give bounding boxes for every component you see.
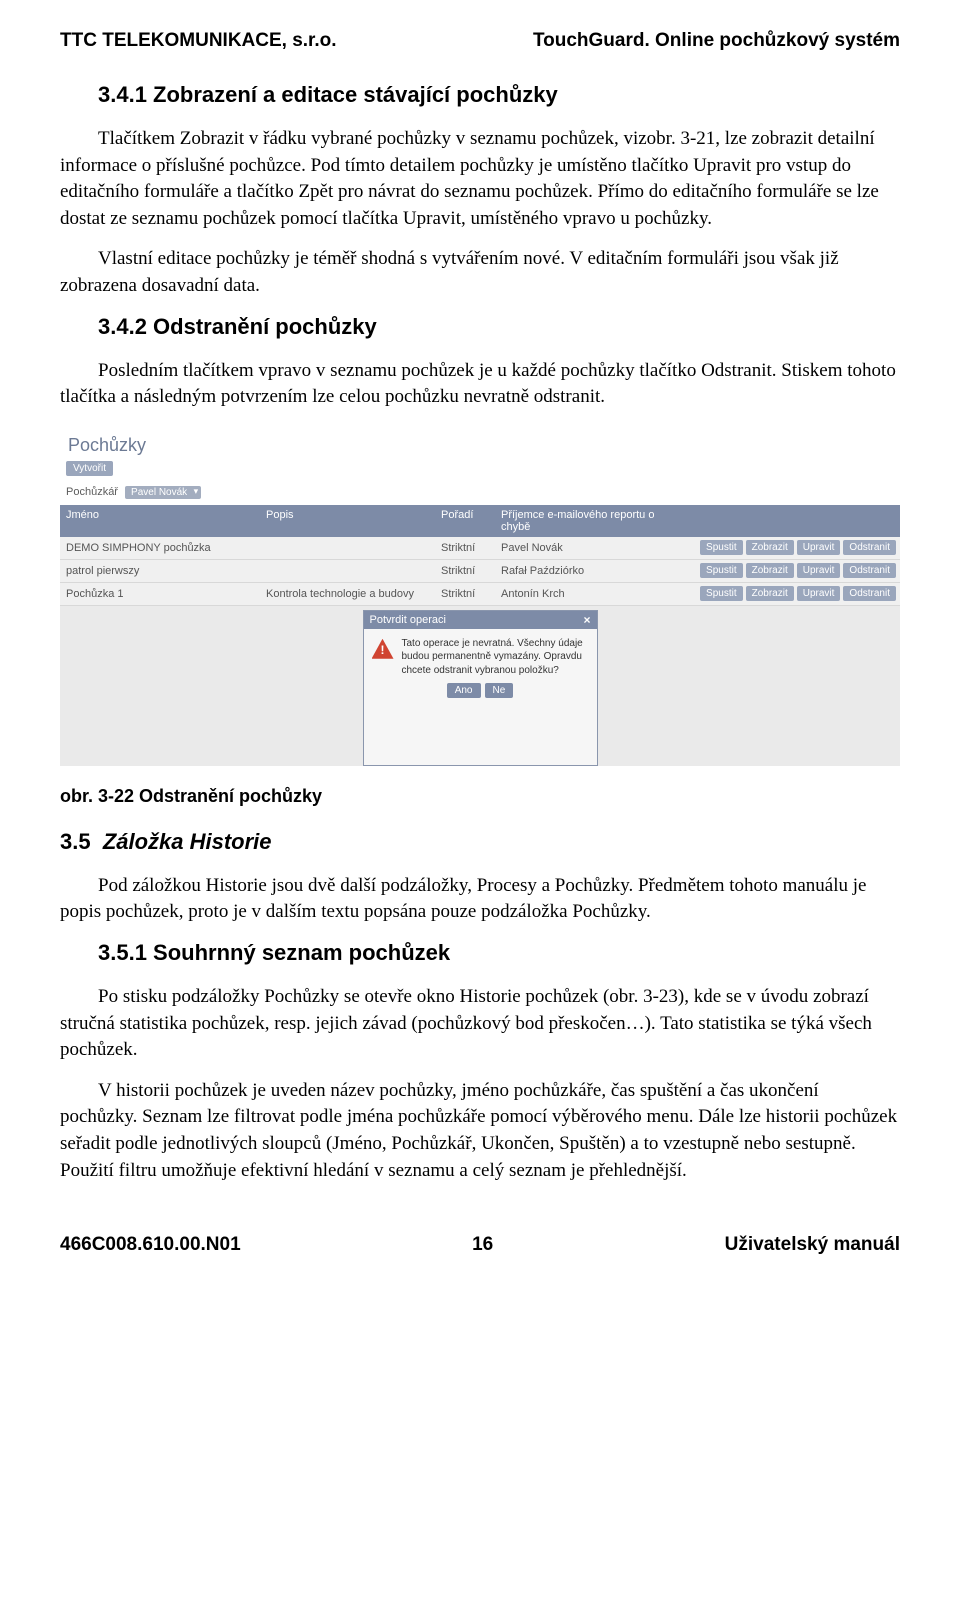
company-name: TTC TELEKOMUNIKACE, s.r.o.	[60, 30, 337, 52]
th-jmeno[interactable]: Jméno	[60, 505, 260, 537]
page-number: 16	[472, 1234, 493, 1256]
upravit-button[interactable]: Upravit	[797, 563, 841, 578]
heading-3-4-1: 3.4.1 Zobrazení a editace stávající poch…	[98, 82, 900, 108]
para-3-4-2-a: Posledním tlačítkem vpravo v seznamu poc…	[60, 358, 900, 411]
para-3-4-1-a: Tlačítkem Zobrazit v řádku vybrané pochů…	[60, 126, 900, 232]
create-button[interactable]: Vytvořit	[66, 461, 113, 476]
th-poradi[interactable]: Pořadí	[435, 505, 495, 537]
figure-caption: obr. 3-22 Odstranění pochůzky	[60, 786, 900, 807]
para-3-4-1-b: Vlastní editace pochůzky je téměř shodná…	[60, 246, 900, 299]
odstranit-button[interactable]: Odstranit	[843, 586, 896, 601]
doc-id: 466C008.610.00.N01	[60, 1234, 241, 1256]
screenshot-title: Pochůzky	[60, 429, 900, 460]
th-prijemce[interactable]: Příjemce e-mailového reportu o chybě	[495, 505, 675, 537]
cell-prijemce: Antonín Krch	[495, 583, 675, 605]
cell-poradi: Striktní	[435, 537, 495, 559]
odstranit-button[interactable]: Odstranit	[843, 540, 896, 555]
filter-row: Pochůzkář Pavel Novák	[60, 482, 900, 505]
cell-name: Pochůzka 1	[60, 583, 260, 605]
spustit-button[interactable]: Spustit	[700, 563, 743, 578]
cell-poradi: Striktní	[435, 583, 495, 605]
dialog-no-button[interactable]: Ne	[485, 683, 514, 698]
spustit-button[interactable]: Spustit	[700, 586, 743, 601]
warning-icon	[372, 639, 394, 659]
para-3-5-a: Pod záložkou Historie jsou dvě další pod…	[60, 873, 900, 926]
dialog-yes-button[interactable]: Ano	[447, 683, 481, 698]
heading-3-5: 3.5 Záložka Historie	[60, 829, 900, 855]
cell-prijemce: Pavel Novák	[495, 537, 675, 559]
cell-popis: Kontrola technologie a budovy	[260, 583, 435, 605]
page-header: TTC TELEKOMUNIKACE, s.r.o. TouchGuard. O…	[60, 30, 900, 52]
table-header: Jméno Popis Pořadí Příjemce e-mailového …	[60, 505, 900, 537]
screenshot-lower-area: Potvrdit operaci × Tato operace je nevra…	[60, 606, 900, 766]
heading-3-5-1: 3.5.1 Souhrnný seznam pochůzek	[98, 940, 900, 966]
confirm-dialog: Potvrdit operaci × Tato operace je nevra…	[363, 610, 598, 766]
page-footer: 466C008.610.00.N01 16 Uživatelský manuál	[60, 1234, 900, 1256]
cell-popis	[260, 566, 435, 576]
para-3-5-1-b: V historii pochůzek je uveden název poch…	[60, 1078, 900, 1184]
zobrazit-button[interactable]: Zobrazit	[746, 563, 794, 578]
odstranit-button[interactable]: Odstranit	[843, 563, 896, 578]
table-row: patrol pierwszy Striktní Rafał Paździórk…	[60, 560, 900, 583]
para-3-5-1-a: Po stisku podzáložky Pochůzky se otevře …	[60, 984, 900, 1064]
cell-name: DEMO SIMPHONY pochůzka	[60, 537, 260, 559]
cell-prijemce: Rafał Paździórko	[495, 560, 675, 582]
table-row: Pochůzka 1 Kontrola technologie a budovy…	[60, 583, 900, 606]
filter-select[interactable]: Pavel Novák	[125, 486, 201, 499]
table-row: DEMO SIMPHONY pochůzka Striktní Pavel No…	[60, 537, 900, 560]
cell-popis	[260, 543, 435, 553]
upravit-button[interactable]: Upravit	[797, 540, 841, 555]
screenshot-pochuzky: Pochůzky Vytvořit Pochůzkář Pavel Novák …	[60, 429, 900, 766]
filter-label: Pochůzkář	[66, 486, 118, 498]
zobrazit-button[interactable]: Zobrazit	[746, 540, 794, 555]
close-icon[interactable]: ×	[583, 614, 590, 626]
cell-poradi: Striktní	[435, 560, 495, 582]
product-name: TouchGuard. Online pochůzkový systém	[533, 30, 900, 52]
zobrazit-button[interactable]: Zobrazit	[746, 586, 794, 601]
spustit-button[interactable]: Spustit	[700, 540, 743, 555]
heading-3-4-2: 3.4.2 Odstranění pochůzky	[98, 314, 900, 340]
dialog-text: Tato operace je nevratná. Všechny údaje …	[402, 637, 589, 678]
upravit-button[interactable]: Upravit	[797, 586, 841, 601]
dialog-title: Potvrdit operaci	[370, 614, 446, 626]
cell-name: patrol pierwszy	[60, 560, 260, 582]
doc-type: Uživatelský manuál	[725, 1234, 900, 1256]
th-popis[interactable]: Popis	[260, 505, 435, 537]
